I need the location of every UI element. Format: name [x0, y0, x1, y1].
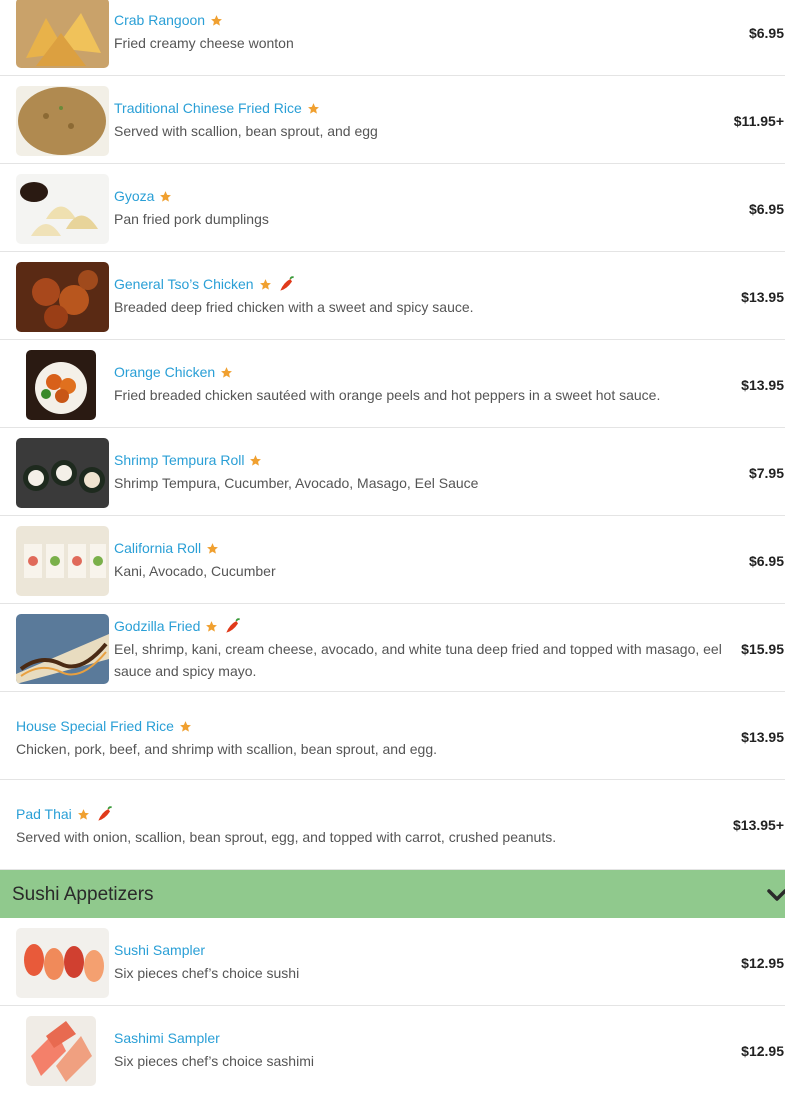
item-name[interactable]: Gyoza: [114, 188, 154, 204]
item-name[interactable]: House Special Fried Rice: [16, 718, 174, 734]
menu-item-sashimi-sampler[interactable]: Sashimi Sampler Six pieces chef’s choice…: [0, 1006, 785, 1094]
item-price[interactable]: $13.95: [741, 289, 784, 305]
item-photo: [16, 438, 109, 508]
item-photo: [26, 350, 96, 420]
item-description: Served with onion, scallion, bean sprout…: [16, 829, 557, 845]
star-icon: [160, 190, 172, 202]
item-price[interactable]: $11.95+: [734, 113, 784, 129]
item-price[interactable]: $13.95+: [733, 817, 784, 833]
chevron-down-icon[interactable]: [767, 888, 785, 902]
item-price[interactable]: $6.95: [749, 553, 784, 569]
star-icon: [250, 454, 262, 466]
item-name[interactable]: Sashimi Sampler: [114, 1030, 220, 1046]
item-description: Chicken, pork, beef, and shrimp with sca…: [16, 741, 438, 757]
item-price[interactable]: $6.95: [749, 25, 784, 41]
item-photo: [16, 262, 109, 332]
star-icon: [259, 278, 271, 290]
item-description: Kani, Avocado, Cucumber: [114, 563, 276, 579]
menu-item-fried-rice[interactable]: Traditional Chinese Fried Rice Served wi…: [0, 76, 785, 164]
item-price[interactable]: $13.95: [741, 377, 784, 393]
star-icon: [207, 542, 219, 554]
item-price[interactable]: $12.95: [741, 955, 784, 971]
item-description: Six pieces chef’s choice sashimi: [114, 1053, 314, 1069]
item-name[interactable]: Godzilla Fried: [114, 618, 200, 634]
item-description: Eel, shrimp, kani, cream cheese, avocado…: [114, 641, 722, 679]
menu-item-crab-rangoon[interactable]: Crab Rangoon Fried creamy cheese wonton …: [0, 0, 785, 76]
chili-pepper-icon: [279, 276, 294, 291]
item-price[interactable]: $7.95: [749, 465, 784, 481]
item-name[interactable]: Shrimp Tempura Roll: [114, 452, 244, 468]
menu-item-orange-chicken[interactable]: Orange Chicken Fried breaded chicken sau…: [0, 340, 785, 428]
item-photo: [16, 928, 109, 998]
item-price[interactable]: $6.95: [749, 201, 784, 217]
chili-pepper-icon: [226, 618, 241, 633]
item-name[interactable]: Orange Chicken: [114, 364, 215, 380]
item-description: Fried breaded chicken sautéed with orang…: [114, 387, 661, 403]
item-description: Breaded deep fried chicken with a sweet …: [114, 299, 474, 315]
chili-pepper-icon: [98, 806, 112, 821]
item-name[interactable]: General Tso’s Chicken: [114, 276, 254, 292]
menu-item-california-roll[interactable]: California Roll Kani, Avocado, Cucumber …: [0, 516, 785, 604]
item-photo: [16, 0, 109, 68]
section-title: Sushi Appetizers: [12, 884, 154, 905]
menu-item-gyoza[interactable]: Gyoza Pan fried pork dumplings $6.95: [0, 164, 785, 252]
item-photo: [16, 86, 109, 156]
star-icon: [221, 366, 233, 378]
item-photo: [16, 174, 109, 244]
item-name[interactable]: Crab Rangoon: [114, 12, 205, 28]
menu-item-sushi-sampler[interactable]: Sushi Sampler Six pieces chef’s choice s…: [0, 918, 785, 1006]
item-description: Six pieces chef’s choice sushi: [114, 965, 300, 981]
star-icon: [180, 720, 191, 732]
star-icon: [307, 102, 319, 114]
star-icon: [206, 620, 218, 632]
item-description: Fried creamy cheese wonton: [114, 35, 294, 51]
item-description: Shrimp Tempura, Cucumber, Avocado, Masag…: [114, 475, 479, 491]
menu-item-pad-thai[interactable]: Pad Thai Served with onion, scallion, be…: [0, 780, 785, 870]
item-price[interactable]: $13.95: [741, 729, 784, 745]
item-photo: [16, 614, 109, 684]
item-description: Served with scallion, bean sprout, and e…: [114, 123, 378, 139]
menu-item-general-tso[interactable]: General Tso’s Chicken Breaded deep fried…: [0, 252, 785, 340]
item-price[interactable]: $15.95: [741, 641, 784, 657]
item-name[interactable]: California Roll: [114, 540, 201, 556]
star-icon: [211, 14, 222, 26]
item-price[interactable]: $12.95: [741, 1043, 784, 1059]
item-name[interactable]: Sushi Sampler: [114, 942, 205, 958]
menu-item-house-special-fried-rice[interactable]: House Special Fried Rice Chicken, pork, …: [0, 692, 785, 780]
star-icon: [77, 808, 89, 820]
menu-item-shrimp-tempura-roll[interactable]: Shrimp Tempura Roll Shrimp Tempura, Cucu…: [0, 428, 785, 516]
item-photo: [26, 1016, 96, 1086]
item-photo: [16, 526, 109, 596]
section-header-sushi-appetizers[interactable]: Sushi Appetizers: [0, 870, 785, 918]
item-description: Pan fried pork dumplings: [114, 211, 269, 227]
item-name[interactable]: Traditional Chinese Fried Rice: [114, 100, 302, 116]
item-name[interactable]: Pad Thai: [16, 806, 72, 822]
menu-item-godzilla-fried[interactable]: Godzilla Fried Eel, shrimp, kani, cream …: [0, 604, 785, 692]
